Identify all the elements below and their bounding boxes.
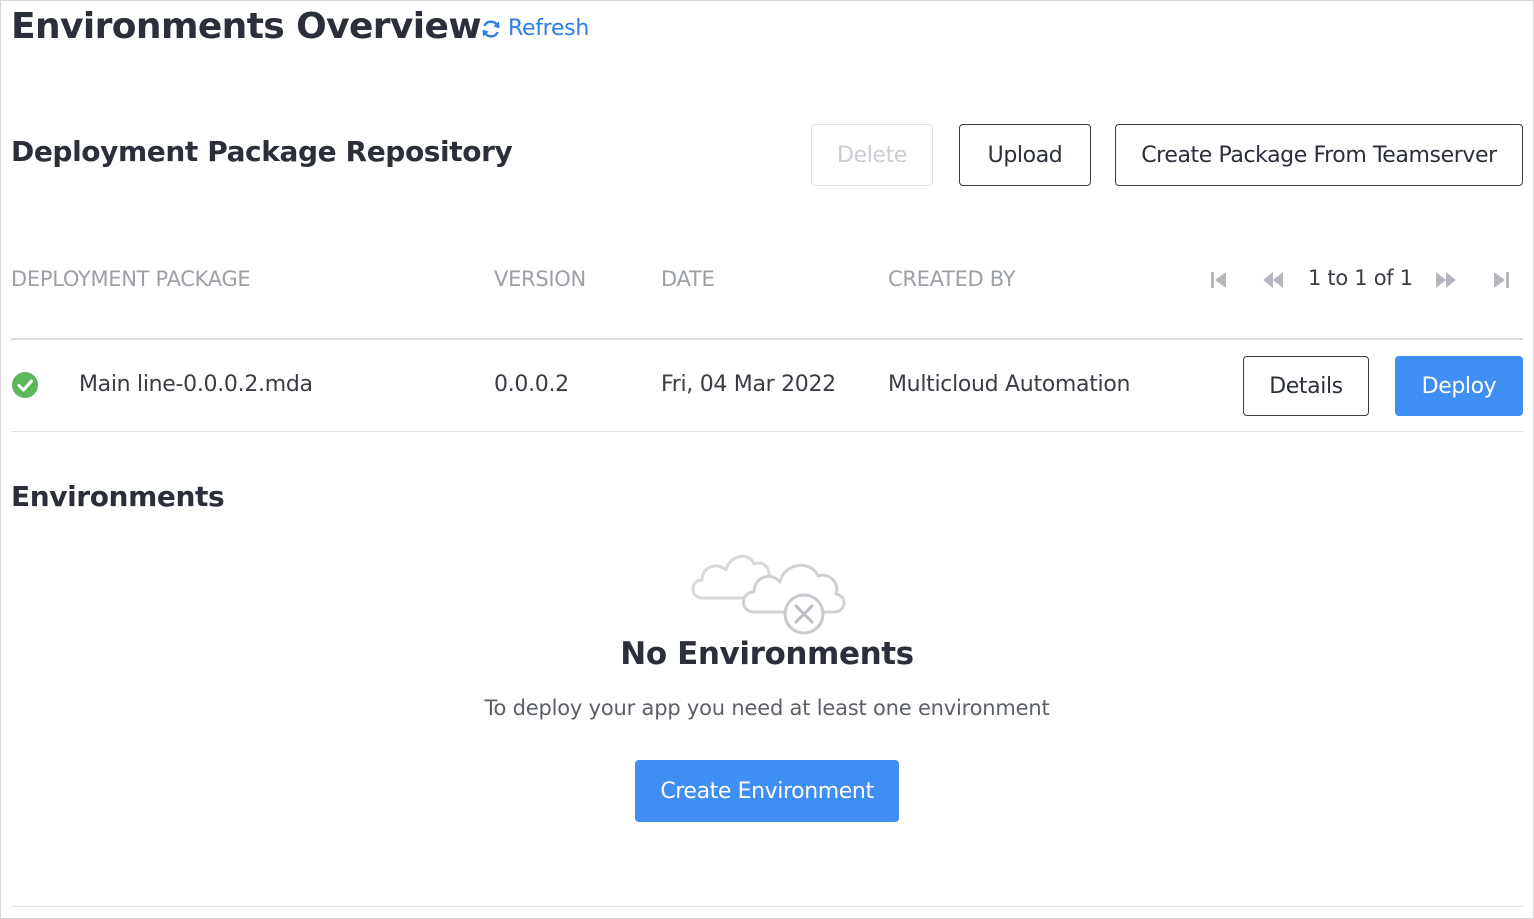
- refresh-icon: [482, 20, 500, 37]
- package-name: Main line-0.0.0.2.mda: [79, 372, 313, 397]
- check-circle-icon: [12, 372, 38, 398]
- pagination-text: 1 to 1 of 1: [1308, 266, 1413, 290]
- last-page-icon[interactable]: [1489, 268, 1513, 292]
- upload-button[interactable]: Upload: [959, 124, 1091, 186]
- previous-page-icon[interactable]: [1261, 268, 1285, 292]
- table-header-divider: [11, 338, 1523, 340]
- package-created-by: Multicloud Automation: [888, 372, 1131, 397]
- cloud-error-icon: [691, 554, 846, 635]
- pagination: 1 to 1 of 1: [1205, 264, 1523, 296]
- create-environment-button[interactable]: Create Environment: [635, 760, 899, 822]
- column-header-version: VERSION: [494, 267, 586, 291]
- repository-title: Deployment Package Repository: [11, 135, 513, 168]
- next-page-icon[interactable]: [1434, 268, 1458, 292]
- details-button[interactable]: Details: [1243, 356, 1369, 416]
- environments-title: Environments: [11, 480, 225, 513]
- package-version: 0.0.0.2: [494, 372, 569, 397]
- table-row-divider: [11, 431, 1523, 432]
- first-page-icon[interactable]: [1207, 268, 1231, 292]
- page-title: Environments Overview: [11, 6, 482, 47]
- refresh-link[interactable]: Refresh: [480, 16, 589, 41]
- package-date: Fri, 04 Mar 2022: [661, 372, 836, 397]
- column-header-created-by: CREATED BY: [888, 267, 1016, 291]
- column-header-date: DATE: [661, 267, 715, 291]
- delete-button[interactable]: Delete: [811, 124, 933, 186]
- refresh-label: Refresh: [508, 16, 589, 41]
- column-header-package: DEPLOYMENT PACKAGE: [11, 267, 251, 291]
- create-package-button[interactable]: Create Package From Teamserver: [1115, 124, 1523, 186]
- empty-state-title: No Environments: [620, 636, 914, 672]
- deploy-button[interactable]: Deploy: [1395, 356, 1523, 416]
- bottom-divider: [11, 906, 1523, 907]
- empty-state-message: To deploy your app you need at least one…: [484, 696, 1050, 720]
